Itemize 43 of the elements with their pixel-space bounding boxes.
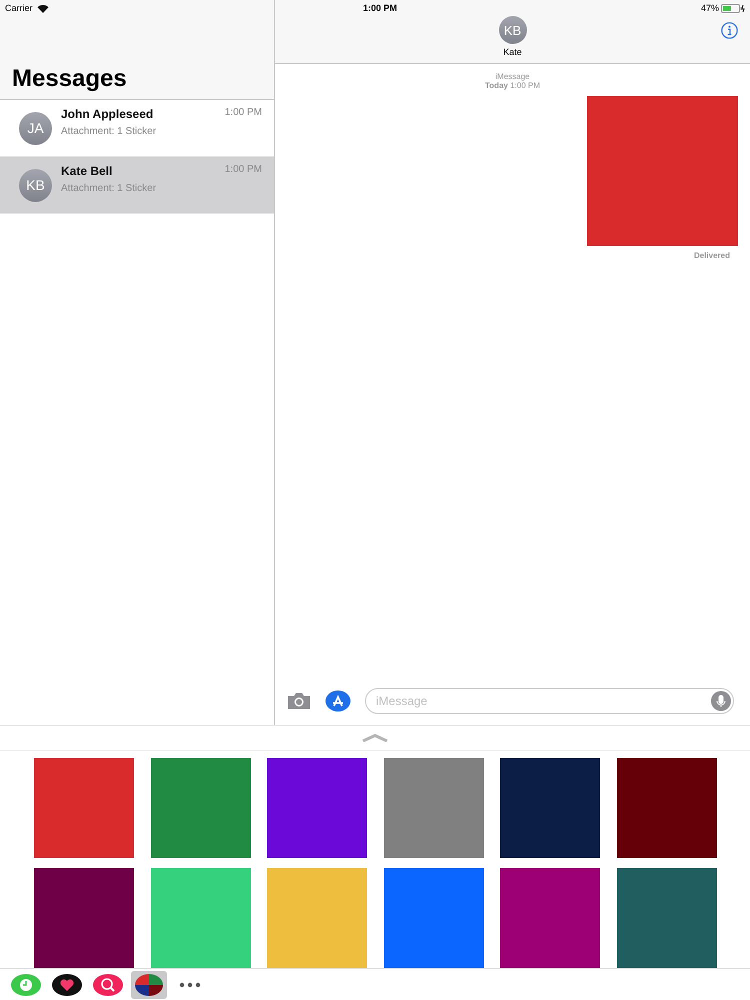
color-sticker[interactable]: [616, 758, 716, 858]
color-wheel-icon: [132, 972, 166, 996]
color-sticker[interactable]: [267, 758, 367, 858]
chevron-up-icon[interactable]: [362, 734, 388, 742]
contact-name: Kate: [503, 47, 522, 57]
color-sticker[interactable]: [267, 868, 367, 968]
message-time: 1:00 PM: [224, 164, 262, 177]
avatar: KB: [19, 168, 52, 202]
contact-name: John Appleseed: [61, 107, 154, 121]
avatar: JA: [19, 112, 52, 144]
delivery-status: Delivered: [694, 251, 730, 260]
color-sticker[interactable]: [616, 868, 716, 968]
message-preview: Attachment: 1 Sticker: [61, 183, 156, 194]
color-sticker[interactable]: [150, 758, 250, 858]
contact-name: Kate Bell: [61, 164, 112, 178]
clock-icon: [11, 974, 41, 996]
timestamp: Today 1:00 PM: [485, 81, 540, 90]
color-sticker[interactable]: [384, 758, 484, 858]
clock-label: 1:00 PM: [363, 3, 398, 13]
color-sticker[interactable]: [500, 758, 600, 858]
app-store-icon[interactable]: [325, 690, 351, 712]
wifi-icon: [36, 4, 49, 12]
battery-icon: [721, 4, 745, 12]
microphone-icon[interactable]: [711, 691, 731, 711]
battery-label: 47%: [700, 3, 719, 13]
carrier-label: Carrier: [5, 3, 33, 13]
sent-sticker[interactable]: [587, 96, 738, 246]
more-icon: [179, 982, 201, 988]
app-tray-item[interactable]: [131, 970, 167, 998]
info-icon[interactable]: [721, 22, 738, 39]
search-icon: [93, 974, 123, 996]
color-sticker[interactable]: [34, 758, 134, 858]
message-preview: Attachment: 1 Sticker: [61, 126, 156, 137]
message-time: 1:00 PM: [224, 107, 262, 120]
color-sticker[interactable]: [384, 868, 484, 968]
color-sticker[interactable]: [150, 868, 250, 968]
color-sticker[interactable]: [34, 868, 134, 968]
message-field[interactable]: iMessage: [365, 688, 734, 714]
color-sticker[interactable]: [500, 868, 600, 968]
conversation-item[interactable]: KB Kate Bell 1:00 PM Attachment: 1 Sticker: [0, 157, 274, 214]
service-label: iMessage: [495, 72, 530, 81]
page-title: Messages: [11, 65, 128, 94]
camera-icon[interactable]: [287, 692, 311, 710]
